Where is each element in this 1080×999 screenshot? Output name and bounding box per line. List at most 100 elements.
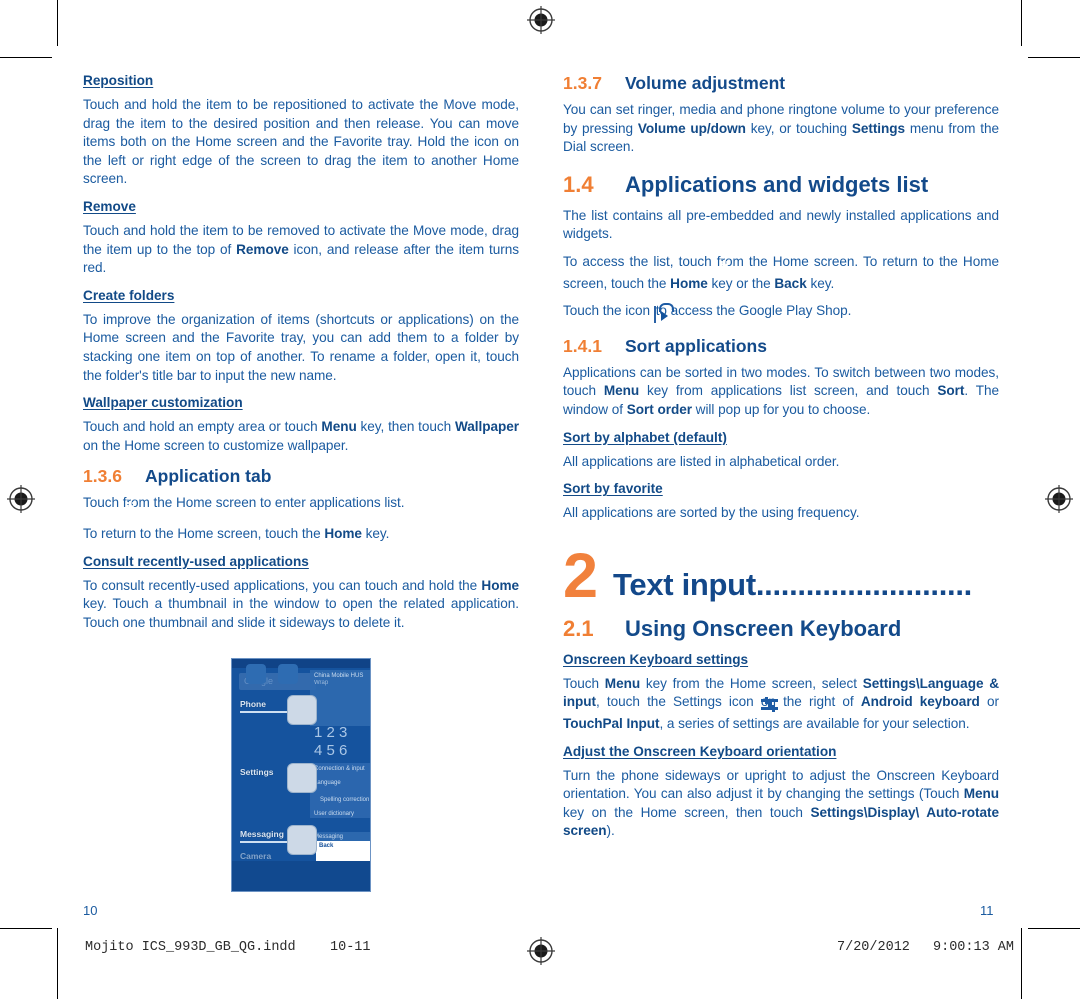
paragraph-create-folders: To improve the organization of items (sh… xyxy=(83,311,519,383)
crop-mark-top-left-vertical xyxy=(57,0,58,46)
chapter-title-leader: .......................... xyxy=(755,566,972,602)
paragraph-reposition: Touch and hold the item to be reposition… xyxy=(83,97,519,187)
volume-text-2: key, or touching xyxy=(745,120,852,136)
volume-bold-updown: Volume up/down xyxy=(637,120,746,136)
kbset-text-2: key from the Home screen, select xyxy=(640,675,863,691)
paragraph-sort-by-alphabet: All applications are listed in alphabeti… xyxy=(563,453,840,469)
section-number-137: 1.3.7 xyxy=(563,73,602,93)
access-bold-home: Home xyxy=(670,275,708,291)
recent-label-camera: Camera xyxy=(240,851,272,861)
recent-label-settings: Settings xyxy=(240,767,274,777)
paragraph-app-tab-return: To return to the Home screen, touch the … xyxy=(83,525,519,544)
crop-mark-bottom-right-horizontal xyxy=(1028,928,1080,929)
kbset-bold-android-keyboard: Android keyboard xyxy=(860,694,980,710)
heading-reposition: Reposition xyxy=(83,73,154,88)
phone-dock xyxy=(232,861,370,891)
heading-sort-applications: 1.4.1 Sort applications xyxy=(563,335,999,357)
kbor-text-3: ). xyxy=(606,823,615,839)
heading-remove: Remove xyxy=(83,198,136,214)
chapter-title-text: Text input xyxy=(613,566,756,602)
crop-mark-bottom-right-vertical xyxy=(1021,928,1022,999)
registration-target-icon-left xyxy=(6,484,36,514)
heading-volume-adjustment: 1.3.7 Volume adjustment xyxy=(563,72,999,94)
sort-text-4: will pop up for you to choose. xyxy=(691,401,871,417)
phone-screenshot-recent-apps: Google China Mobile HUS Wrap 1 2 3 4 5 6… xyxy=(231,658,371,892)
paragraph-app-tab-touch: Touch from the Home screen to enter appl… xyxy=(83,494,519,516)
kbset-bold-menu: Menu xyxy=(604,675,641,691)
registration-target-icon-right xyxy=(1044,484,1074,514)
dock-phone-icon xyxy=(246,664,266,684)
wallpaper-text-1: Touch and hold an empty area or touch xyxy=(83,419,322,435)
crop-mark-bottom-left-horizontal xyxy=(0,928,52,929)
crop-mark-top-right-horizontal xyxy=(1028,57,1080,58)
messaging-item-label: Back xyxy=(319,843,334,849)
chapter-number: 2 xyxy=(563,540,598,611)
recent-underline-messaging xyxy=(240,841,292,843)
app-tab-bold-home: Home xyxy=(324,525,362,541)
app-tab-return-text-1: To return to the Home screen, touch the xyxy=(83,525,325,541)
paragraph-keyboard-orientation: Turn the phone sideways or upright to ad… xyxy=(563,767,999,841)
consult-text-1: To consult recently-used applications, y… xyxy=(83,577,482,593)
heading-application-tab: 1.3.6 Application tab xyxy=(83,465,519,487)
chapter-title: Text input.......................... xyxy=(613,567,972,603)
messaging-card-title: Messaging xyxy=(314,834,344,840)
play-store-icon xyxy=(653,303,674,324)
recent-label-messaging: Messaging xyxy=(240,829,284,839)
carrier-label: China Mobile HUS xyxy=(314,673,364,679)
imprint-filename: Mojito ICS_993D_GB_QG.indd xyxy=(85,940,296,955)
access-text-1: To access the list, touch xyxy=(563,253,717,269)
section-number-136: 1.3.6 xyxy=(83,466,122,487)
app-tab-text-2: from the Home screen to enter applicatio… xyxy=(122,495,405,511)
volume-bold-settings: Settings xyxy=(851,120,906,136)
chapter-heading-text-input: 2 Text input.......................... xyxy=(563,540,999,611)
imprint-page-range: 10-11 xyxy=(330,940,371,955)
recent-thumb-settings xyxy=(287,763,317,793)
kbset-text-6: , a series of settings are available for… xyxy=(659,715,970,731)
dock-contacts-icon xyxy=(278,664,298,684)
heading-sort-by-alphabet: Sort by alphabet (default) xyxy=(563,429,727,445)
paragraph-sort-by-favorite: All applications are sorted by the using… xyxy=(563,505,860,521)
recent-underline-phone xyxy=(240,711,292,713)
paragraph-sort-applications: Applications can be sorted in two modes.… xyxy=(563,364,999,420)
kbset-text-1: Touch xyxy=(563,675,605,691)
imprint-date: 7/20/2012 xyxy=(837,940,910,955)
settings-item-2: Language xyxy=(314,780,341,786)
heading-wallpaper-customization: Wallpaper customization xyxy=(83,395,243,411)
dialpad-row-2: 4 5 6 xyxy=(314,742,348,759)
kbor-text-1: Turn the phone sideways or upright to ad… xyxy=(563,767,999,802)
app-tab-return-text-2: key. xyxy=(361,525,390,541)
settings-item-1: Connection & input xyxy=(314,766,365,772)
heading-applications-widgets: 1.4 Applications and widgets list xyxy=(563,171,999,199)
sort-bold-menu: Menu xyxy=(603,383,640,399)
paragraph-remove: Touch and hold the item to be removed to… xyxy=(83,222,519,278)
kbor-text-2: key on the Home screen, then touch xyxy=(563,804,811,820)
access-text-4: key. xyxy=(806,275,835,291)
kbor-bold-menu: Menu xyxy=(963,786,999,802)
heading-keyboard-orientation: Adjust the Onscreen Keyboard orientation xyxy=(563,743,837,759)
play-text-1: Touch the icon xyxy=(563,303,654,319)
page-number-left: 10 xyxy=(83,903,98,918)
settings-item-3: Spelling correction xyxy=(320,797,370,803)
access-bold-back: Back xyxy=(774,275,807,291)
paragraph-volume: You can set ringer, media and phone ring… xyxy=(563,101,999,157)
settings-item-4: User dictionary xyxy=(314,811,355,817)
play-text-2: to access the Google Play Shop. xyxy=(655,303,852,319)
crop-mark-top-left-horizontal xyxy=(0,57,52,58)
paragraph-wallpaper: Touch and hold an empty area or touch Me… xyxy=(83,418,519,455)
carrier-sublabel: Wrap xyxy=(314,680,329,686)
registration-target-icon xyxy=(526,5,556,35)
paragraph-play-shop: Touch the icon to access the Google Play… xyxy=(563,302,999,325)
recent-thumb-phone xyxy=(287,695,317,725)
section-title-apps-widgets: Applications and widgets list xyxy=(625,171,929,197)
imprint-time: 9:00:13 AM xyxy=(933,940,1015,955)
paragraph-apps-widgets-intro: The list contains all pre-embedded and n… xyxy=(563,207,999,242)
kbset-text-3: , touch the Settings icon xyxy=(595,694,761,710)
heading-using-onscreen-keyboard: 2.1 Using Onscreen Keyboard xyxy=(563,615,999,643)
left-page-column: Reposition Touch and hold the item to be… xyxy=(83,72,519,643)
sort-text-2: key from applications list screen, and t… xyxy=(639,383,938,399)
section-title-volume: Volume adjustment xyxy=(625,73,786,93)
heading-consult-recent: Consult recently-used applications xyxy=(83,553,309,569)
section-number-21: 2.1 xyxy=(563,615,594,641)
heading-keyboard-settings: Onscreen Keyboard settings xyxy=(563,651,749,667)
play-store-triangle xyxy=(660,311,668,322)
